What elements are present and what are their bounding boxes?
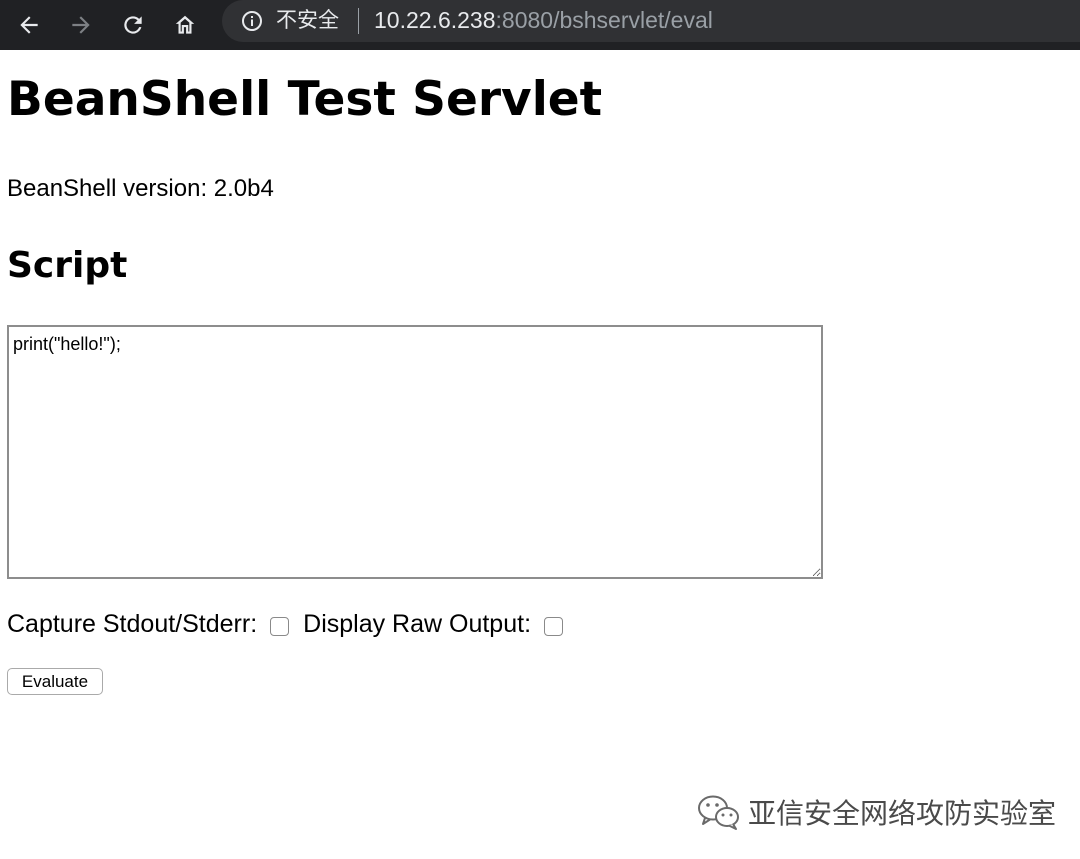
version-text: BeanShell version: 2.0b4 — [7, 175, 274, 202]
info-icon[interactable] — [240, 9, 264, 33]
capture-stdout-checkbox[interactable] — [270, 616, 290, 636]
script-textarea[interactable] — [7, 325, 823, 579]
home-icon — [175, 15, 195, 34]
reload-button[interactable] — [114, 6, 152, 44]
security-status-label[interactable]: 不安全 — [276, 5, 339, 35]
capture-stdout-label: Capture Stdout/Stderr: — [7, 609, 258, 638]
watermark: 亚信安全网络攻防实验室 — [696, 790, 1056, 834]
url-host: 10.22.6.238 — [374, 7, 496, 33]
raw-output-label: Display Raw Output: — [303, 609, 532, 638]
url-text[interactable]: 10.22.6.238:8080/bshservlet/eval — [374, 5, 713, 35]
wechat-logo-icon — [698, 795, 739, 830]
watermark-text: 亚信安全网络攻防实验室 — [748, 797, 1057, 830]
forward-button[interactable] — [62, 6, 100, 44]
address-bar-divider — [358, 8, 359, 34]
url-path: :8080/bshservlet/eval — [495, 7, 713, 33]
back-button[interactable] — [10, 6, 48, 44]
script-heading: Script — [7, 245, 128, 286]
home-button[interactable] — [166, 6, 204, 44]
reload-icon — [124, 16, 142, 34]
evaluate-button[interactable]: Evaluate — [7, 668, 103, 695]
browser-toolbar: 不安全 10.22.6.238:8080/bshservlet/eval — [0, 0, 1080, 50]
raw-output-checkbox[interactable] — [544, 616, 564, 636]
output-options: Capture Stdout/Stderr: Display Raw Outpu… — [7, 606, 564, 642]
forward-arrow-icon — [72, 16, 90, 34]
back-arrow-icon — [20, 16, 38, 34]
address-bar[interactable]: 不安全 10.22.6.238:8080/bshservlet/eval — [222, 0, 1080, 42]
page-title: BeanShell Test Servlet — [7, 72, 603, 127]
